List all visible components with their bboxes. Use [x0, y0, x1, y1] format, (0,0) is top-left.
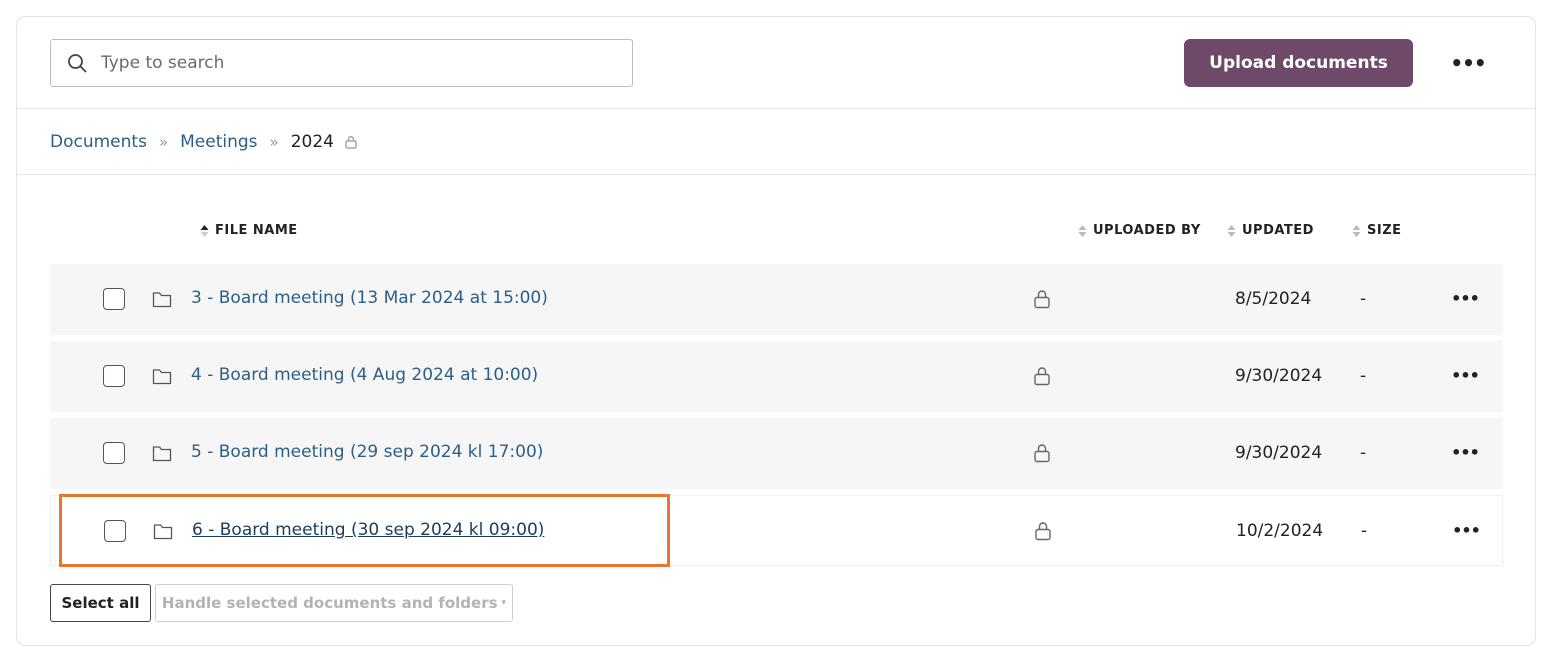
sort-icon	[1078, 224, 1087, 237]
lock-icon	[1034, 290, 1050, 309]
updated-date: 10/2/2024	[1236, 521, 1324, 541]
search-input[interactable]	[101, 40, 621, 86]
folder-name-link[interactable]: 5 - Board meeting (29 sep 2024 kl 17:00)	[191, 442, 543, 462]
sort-icon	[1352, 224, 1361, 237]
search-box[interactable]	[50, 39, 633, 87]
row-more-icon[interactable]: •••	[1451, 440, 1480, 464]
folder-name-link[interactable]: 4 - Board meeting (4 Aug 2024 at 10:00)	[191, 365, 538, 385]
lock-icon	[1034, 367, 1050, 386]
folder-icon	[152, 292, 172, 308]
table-header: FILE NAME UPLOADED BY UPDATED SIZE	[17, 217, 1535, 245]
breadcrumb-current: 2024	[290, 131, 334, 152]
header-size-label: SIZE	[1367, 223, 1402, 238]
row-checkbox[interactable]	[103, 365, 125, 387]
breadcrumb-separator-icon: »	[269, 132, 279, 151]
sort-icon	[1227, 224, 1236, 237]
header-uploaded-by-label: UPLOADED BY	[1093, 223, 1201, 238]
folder-icon	[152, 369, 172, 385]
header-file-name[interactable]: FILE NAME	[200, 223, 298, 238]
header-updated-label: UPDATED	[1242, 223, 1314, 238]
handle-selected-label: Handle selected documents and folders	[161, 594, 498, 612]
updated-date: 9/30/2024	[1235, 366, 1323, 386]
chevron-down-icon: ▾	[501, 598, 507, 608]
folder-icon	[152, 446, 172, 462]
search-icon	[68, 54, 87, 73]
header-updated[interactable]: UPDATED	[1227, 223, 1314, 238]
upload-documents-button[interactable]: Upload documents	[1184, 39, 1413, 87]
documents-card: Upload documents ••• Documents » Meeting…	[16, 16, 1536, 646]
row-checkbox[interactable]	[103, 442, 125, 464]
updated-date: 8/5/2024	[1235, 289, 1312, 309]
file-size: -	[1360, 289, 1367, 309]
row-more-icon[interactable]: •••	[1452, 518, 1481, 542]
handle-selected-button[interactable]: Handle selected documents and folders ▾	[155, 584, 513, 622]
folder-name-link[interactable]: 3 - Board meeting (13 Mar 2024 at 15:00)	[191, 288, 548, 308]
breadcrumb-separator-icon: »	[158, 132, 169, 151]
file-size: -	[1360, 443, 1367, 463]
row-checkbox[interactable]	[103, 288, 125, 310]
header-uploaded-by[interactable]: UPLOADED BY	[1078, 223, 1201, 238]
table-row: 5 - Board meeting (29 sep 2024 kl 17:00)…	[50, 418, 1503, 489]
select-all-button[interactable]: Select all	[50, 584, 151, 622]
table-row: 3 - Board meeting (13 Mar 2024 at 15:00)…	[50, 264, 1503, 335]
updated-date: 9/30/2024	[1235, 443, 1323, 463]
table-row: 6 - Board meeting (30 sep 2024 kl 09:00)…	[50, 495, 1503, 566]
row-more-icon[interactable]: •••	[1451, 286, 1480, 310]
row-more-icon[interactable]: •••	[1451, 363, 1480, 387]
lock-icon	[1034, 444, 1050, 463]
breadcrumb: Documents » Meetings » 2024	[17, 109, 1535, 175]
breadcrumb-meetings[interactable]: Meetings	[180, 132, 257, 152]
table-row: 4 - Board meeting (4 Aug 2024 at 10:00) …	[50, 341, 1503, 412]
header-size[interactable]: SIZE	[1352, 223, 1402, 238]
folder-name-link[interactable]: 6 - Board meeting (30 sep 2024 kl 09:00)	[192, 520, 544, 540]
more-options-icon[interactable]: •••	[1450, 49, 1486, 77]
folder-icon	[153, 524, 173, 540]
lock-icon	[345, 135, 357, 149]
top-toolbar: Upload documents •••	[17, 17, 1535, 109]
row-checkbox[interactable]	[104, 520, 126, 542]
header-file-name-label: FILE NAME	[215, 223, 298, 238]
file-size: -	[1360, 366, 1367, 386]
breadcrumb-documents[interactable]: Documents	[50, 132, 147, 152]
file-size: -	[1361, 521, 1368, 541]
sort-icon	[200, 224, 209, 237]
lock-icon	[1035, 522, 1051, 541]
